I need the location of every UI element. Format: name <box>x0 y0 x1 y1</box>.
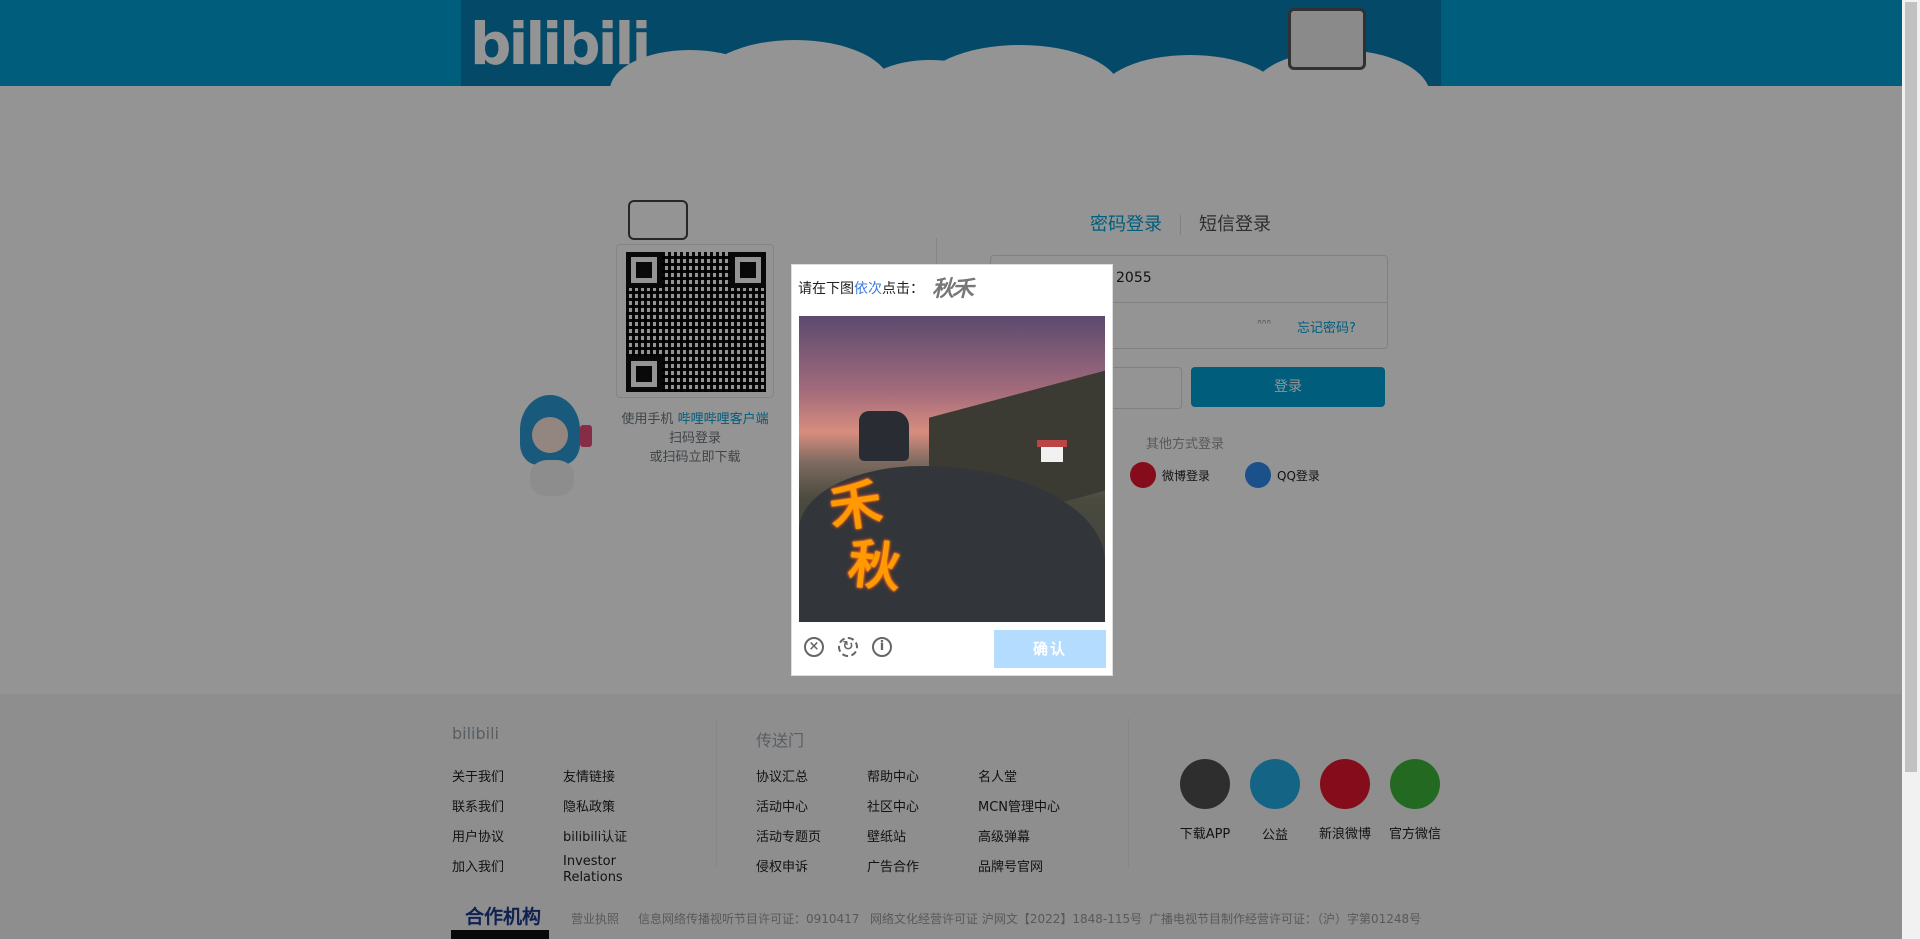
house-shape <box>1037 440 1067 462</box>
captcha-instruction-prefix: 请在下图 <box>798 281 854 297</box>
rock-shape <box>859 411 909 461</box>
captcha-dialog: 请在下图依次点击： 秋禾 禾 秋 × ↻ i 确认 <box>791 264 1113 676</box>
refresh-icon[interactable]: ↻ <box>838 637 858 657</box>
captcha-toolbar: × ↻ i <box>804 637 892 657</box>
captcha-image[interactable]: 禾 秋 <box>799 316 1105 622</box>
scrollbar[interactable] <box>1902 0 1920 939</box>
captcha-char-qiu[interactable]: 秋 <box>845 521 905 601</box>
captcha-instruction-keyword: 依次 <box>854 281 882 297</box>
info-icon[interactable]: i <box>872 637 892 657</box>
close-circle-icon[interactable]: × <box>804 637 824 657</box>
scrollbar-thumb[interactable] <box>1905 2 1917 772</box>
captcha-instruction: 请在下图依次点击： <box>798 278 924 298</box>
captcha-target-chars: 秋禾 <box>932 277 974 302</box>
captcha-confirm-button[interactable]: 确认 <box>994 630 1106 668</box>
captcha-instruction-suffix: 点击： <box>882 281 924 297</box>
